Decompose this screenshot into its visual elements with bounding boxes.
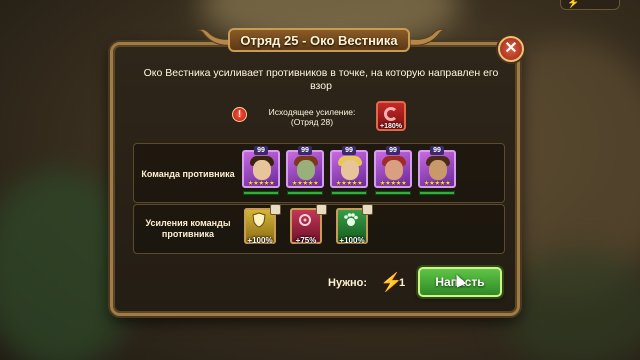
enemy-hero-card[interactable]: 99 ★★★★★ [286, 146, 324, 196]
hero-stars: ★★★★★ [247, 180, 275, 187]
enemy-hero-card[interactable]: 99 ★★★★★ [330, 146, 368, 196]
dialog-description: Око Вестника усиливает противников в точ… [143, 67, 499, 92]
hero-health-bar [287, 191, 323, 195]
cost-label: Нужно: [328, 277, 368, 289]
paw-icon [344, 213, 358, 226]
enemy-hero-card[interactable]: 99 ★★★★★ [374, 146, 412, 196]
enemy-buff-armor[interactable]: +100% [244, 204, 281, 245]
buff-value: +100% [247, 236, 273, 245]
hero-level: 99 [298, 146, 312, 155]
hero-stars: ★★★★★ [379, 180, 407, 187]
crosshair-icon [299, 214, 311, 226]
hero-health-bar [243, 191, 279, 195]
hero-level: 99 [254, 146, 268, 155]
calendar-icon [316, 204, 327, 215]
shield-icon [252, 212, 266, 228]
buff-value: +75% [295, 236, 317, 245]
lightning-icon: ⚡ [567, 0, 580, 9]
close-button[interactable]: ✕ [498, 36, 524, 62]
outgoing-boost-source: (Отряд 28) [290, 117, 334, 127]
buff-value: +100% [339, 236, 365, 245]
warning-icon[interactable]: ! [232, 107, 247, 122]
hero-health-bar [331, 191, 367, 195]
ornament-right-icon [409, 28, 447, 46]
red-swirl-icon [384, 107, 398, 121]
hero-level: 99 [386, 146, 400, 155]
enemy-hero-card[interactable]: 99 ★★★★★ [242, 146, 280, 196]
hero-level: 99 [342, 146, 356, 155]
outgoing-boost-value: +180% [380, 123, 402, 130]
calendar-icon [270, 204, 281, 215]
enemy-buff-crit[interactable]: +75% [290, 204, 327, 245]
outgoing-boost-icon[interactable]: +180% [376, 101, 406, 131]
outgoing-boost-title: Исходящее усиление: [268, 107, 356, 117]
close-icon: ✕ [504, 40, 518, 57]
top-resource-tab: ⚡ [560, 0, 620, 10]
cost-value: 1 [399, 277, 406, 289]
hero-health-bar [375, 191, 411, 195]
dialog-title: Отряд 25 - Око Вестника [228, 28, 410, 52]
hero-stars: ★★★★★ [423, 180, 451, 187]
hero-level: 99 [430, 146, 444, 155]
hero-stars: ★★★★★ [335, 180, 363, 187]
hero-health-bar [419, 191, 455, 195]
enemy-buff-physical[interactable]: +100% [336, 204, 373, 245]
calendar-icon [362, 204, 373, 215]
hero-stars: ★★★★★ [291, 180, 319, 187]
enemy-team-label: Команда противника [141, 169, 235, 179]
enemy-hero-card[interactable]: 99 ★★★★★ [418, 146, 456, 196]
outgoing-boost-label: Исходящее усиление: (Отряд 28) [262, 107, 362, 127]
enemy-buffs-label: Усиления команды противника [145, 218, 231, 239]
